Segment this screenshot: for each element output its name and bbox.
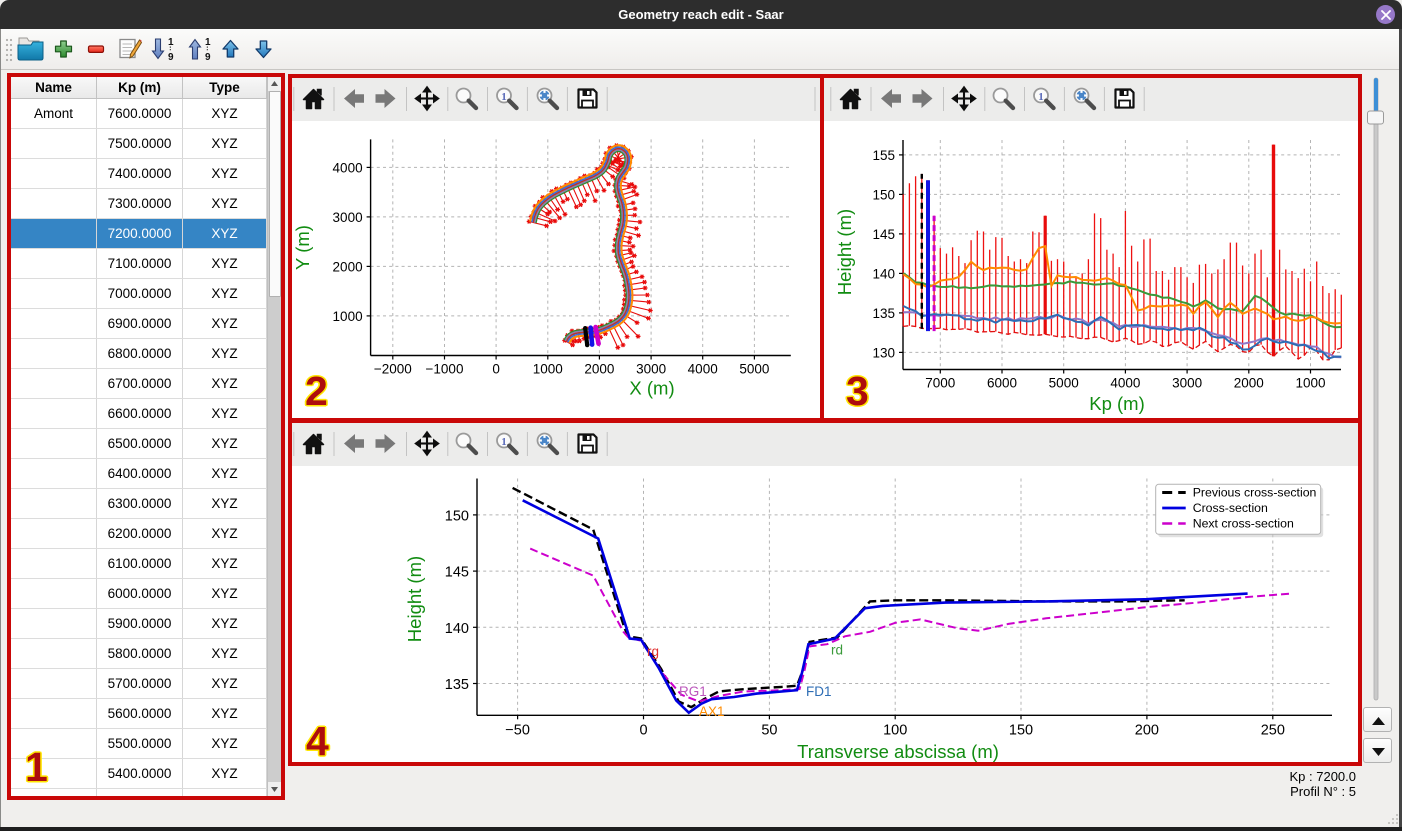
svg-text:9: 9 — [205, 52, 211, 63]
svg-text:1: 1 — [205, 37, 211, 48]
svg-text:1: 1 — [168, 37, 174, 48]
svg-text:9: 9 — [168, 52, 174, 63]
